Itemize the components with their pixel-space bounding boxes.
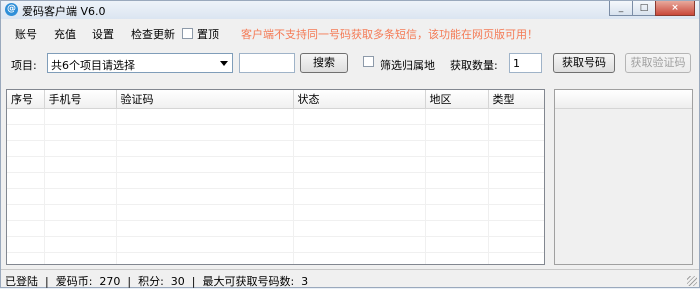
project-select[interactable]: 共6个项目请选择	[47, 53, 233, 73]
get-code-button: 获取验证码	[625, 53, 691, 73]
number-list-table[interactable]: 序号 手机号 验证码 状态 地区 类型	[6, 89, 545, 265]
column-header-index[interactable]: 序号	[7, 90, 45, 109]
menu-settings[interactable]: 设置	[92, 26, 114, 42]
app-logo-icon: @	[5, 3, 18, 16]
filter-region-label[interactable]: 筛选归属地	[380, 57, 435, 73]
table-row	[7, 172, 544, 189]
table-row	[7, 236, 544, 253]
main-window: @ 爱码客户端 V6.0 _ □ × 账号 充值 设置 检查更新 置顶 客户端不…	[0, 0, 700, 288]
close-button[interactable]: ×	[655, 1, 695, 16]
pin-label[interactable]: 置顶	[197, 26, 219, 42]
column-header-status[interactable]: 状态	[293, 90, 426, 109]
project-label: 项目:	[11, 59, 37, 72]
sms-panel-header	[555, 90, 692, 109]
column-header-code[interactable]: 验证码	[116, 90, 294, 109]
search-button[interactable]: 搜索	[300, 53, 348, 73]
status-bar: 已登陆 | 爱码币: 270 | 积分: 30 | 最大可获取号码数: 3	[1, 269, 699, 288]
table-row	[7, 204, 544, 221]
table-row	[7, 156, 544, 173]
dropdown-arrow-icon	[220, 61, 228, 66]
window-title: 爱码客户端 V6.0	[22, 5, 106, 18]
menu-recharge[interactable]: 充值	[54, 26, 76, 42]
filter-region-checkbox[interactable]	[363, 56, 374, 67]
pin-checkbox[interactable]	[182, 28, 193, 39]
sms-panel	[554, 89, 693, 265]
quantity-input[interactable]: 1	[509, 53, 542, 73]
notice-text: 客户端不支持同一号码获取多条短信，该功能在网页版可用！	[241, 28, 538, 41]
project-select-value: 共6个项目请选择	[51, 59, 135, 72]
column-header-phone[interactable]: 手机号	[44, 90, 117, 109]
table-row	[7, 140, 544, 157]
search-input[interactable]	[239, 53, 295, 73]
quantity-label: 获取数量:	[450, 59, 498, 72]
window-controls: _ □ ×	[609, 1, 695, 17]
table-header-row: 序号 手机号 验证码 状态 地区 类型	[7, 90, 544, 109]
menu-bar: 账号 充值 设置 检查更新 置顶 客户端不支持同一号码获取多条短信，该功能在网页…	[1, 21, 699, 45]
toolbar: 项目: 共6个项目请选择 搜索 筛选归属地 获取数量: 1 获取号码 获取验证码	[1, 51, 699, 77]
maximize-button[interactable]: □	[632, 1, 656, 16]
resize-grip-icon[interactable]	[687, 276, 697, 286]
menu-account[interactable]: 账号	[15, 26, 37, 42]
table-row	[7, 188, 544, 205]
table-row	[7, 124, 544, 141]
column-header-region[interactable]: 地区	[425, 90, 489, 109]
minimize-button[interactable]: _	[609, 1, 633, 16]
column-header-type[interactable]: 类型	[488, 90, 544, 109]
title-bar[interactable]: @ 爱码客户端 V6.0 _ □ ×	[1, 1, 699, 19]
table-row	[7, 252, 544, 264]
status-text: 已登陆 | 爱码币: 270 | 积分: 30 | 最大可获取号码数: 3	[5, 275, 309, 288]
table-row	[7, 220, 544, 237]
menu-check-update[interactable]: 检查更新	[131, 26, 175, 42]
table-row	[7, 108, 544, 125]
get-number-button[interactable]: 获取号码	[553, 53, 615, 73]
